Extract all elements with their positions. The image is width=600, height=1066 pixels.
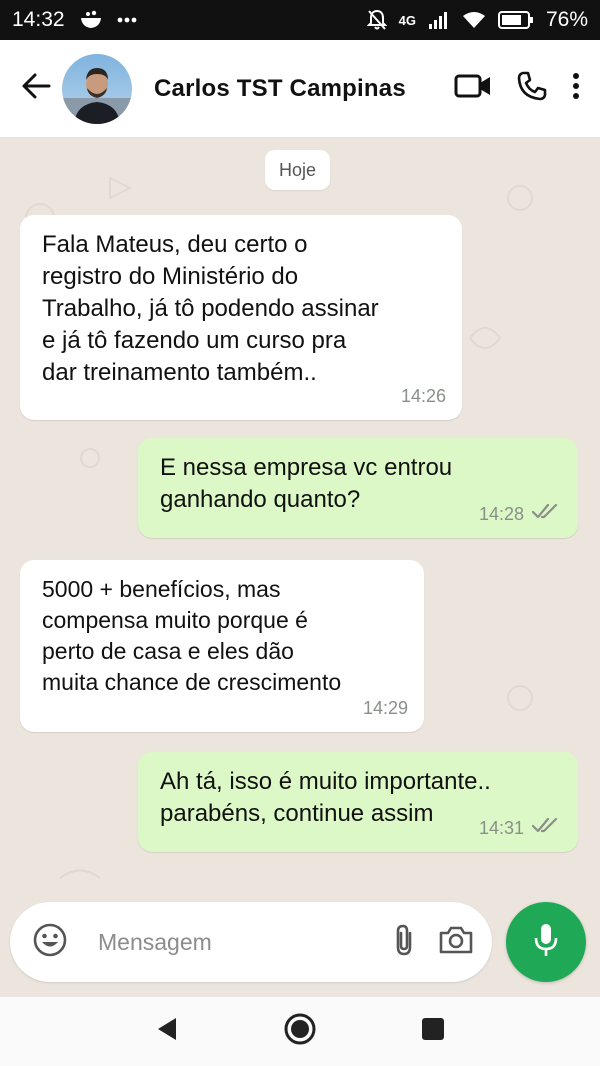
message-input[interactable]: Mensagem — [98, 929, 212, 956]
chat-area[interactable]: Hoje Fala Mateus, deu certo o registro d… — [0, 138, 600, 996]
battery-icon — [497, 11, 534, 29]
read-ticks-icon — [531, 498, 562, 530]
message-time: 14:31 — [478, 818, 524, 838]
emoji-icon — [32, 922, 68, 963]
video-call-icon — [454, 73, 492, 104]
more-options-button[interactable] — [572, 72, 580, 105]
camera-button[interactable] — [438, 925, 474, 960]
nav-recents-button[interactable] — [403, 1002, 463, 1062]
nav-back-button[interactable] — [137, 1002, 197, 1062]
message-incoming[interactable]: Fala Mateus, deu certo o registro do Min… — [20, 215, 462, 420]
voice-message-button[interactable] — [506, 902, 586, 982]
video-call-button[interactable] — [454, 73, 492, 104]
network-type: 4G — [398, 12, 416, 28]
message-text: 5000 + benefícios, mas compensa muito po… — [42, 576, 342, 695]
message-composer[interactable]: Mensagem — [10, 902, 492, 982]
nav-home-button[interactable] — [270, 1002, 330, 1062]
voice-call-button[interactable] — [516, 70, 548, 107]
message-time: 14:28 — [478, 504, 524, 524]
message-incoming[interactable]: 5000 + benefícios, mas compensa muito po… — [20, 560, 424, 732]
nav-back-icon — [154, 1015, 180, 1048]
message-outgoing[interactable]: E nessa empresa vc entrou ganhando quant… — [138, 438, 578, 538]
message-time: 14:29 — [362, 698, 408, 718]
emoji-button[interactable] — [32, 922, 68, 963]
signal-icon — [428, 11, 450, 29]
back-arrow-icon — [21, 72, 51, 105]
contact-name[interactable]: Carlos TST Campinas — [154, 75, 406, 103]
read-ticks-icon — [531, 812, 562, 844]
date-chip: Hoje — [265, 150, 331, 190]
nav-home-icon — [283, 1012, 317, 1051]
notification-bowl-icon — [79, 9, 103, 31]
status-time: 14:32 — [12, 8, 65, 31]
message-outgoing[interactable]: Ah tá, isso é muito importante.. parabén… — [138, 752, 578, 852]
attach-button[interactable] — [392, 923, 416, 962]
mic-icon — [533, 922, 559, 963]
nav-recents-icon — [420, 1016, 446, 1047]
message-text: Fala Mateus, deu certo o registro do Min… — [42, 231, 379, 386]
message-time: 14:26 — [400, 386, 446, 406]
battery-level: 76% — [545, 8, 588, 31]
phone-icon — [516, 70, 548, 107]
wifi-icon — [462, 11, 486, 29]
attach-icon — [392, 923, 416, 962]
avatar[interactable] — [62, 53, 132, 124]
chat-header: Carlos TST Campinas — [0, 40, 600, 138]
status-bar: 14:32 4G 76% — [0, 0, 600, 40]
back-button[interactable] — [10, 59, 62, 119]
camera-icon — [438, 925, 474, 960]
more-vert-icon — [572, 72, 580, 105]
bell-off-icon — [366, 9, 387, 31]
more-notifications-icon — [117, 17, 137, 23]
system-nav-bar — [0, 996, 600, 1066]
